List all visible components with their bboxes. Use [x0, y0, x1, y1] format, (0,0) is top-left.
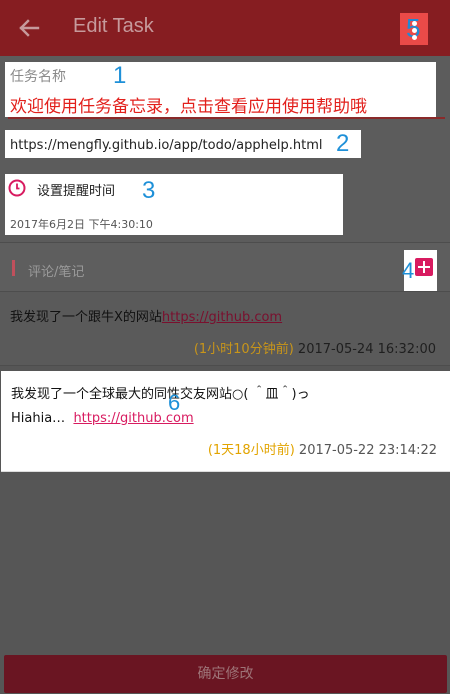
task-name-value[interactable]: 欢迎使用任务备忘录，点击查看应用使用帮助哦 — [10, 92, 367, 117]
back-arrow-icon — [19, 19, 40, 37]
annotation-marker-4: 4 — [402, 258, 415, 283]
task-url-value[interactable]: https://mengfly.github.io/app/todo/apphe… — [10, 138, 322, 153]
reminder-label: 设置提醒时间 — [37, 184, 116, 199]
confirm-edit-button[interactable]: 确定修改 — [4, 655, 447, 693]
comment-time: (1天18小时前) 2017-05-22 23:14:22 — [208, 439, 437, 458]
clock-icon — [8, 179, 26, 197]
add-box-icon — [415, 258, 433, 276]
task-url-field[interactable]: https://mengfly.github.io/app/todo/apphe… — [5, 130, 361, 158]
more-vert-icon — [412, 21, 417, 26]
comment-time: (1小时10分钟前) 2017-05-24 16:32:00 — [194, 338, 436, 357]
comment-text: 我发现了一个全球最大的同性交友网站○( ＾皿＾)っHiahia… https:/… — [11, 387, 310, 426]
app-bar: Edit Task 5 — [0, 0, 450, 56]
section-accent-bar — [12, 260, 15, 276]
comment-timestamp: 2017-05-24 16:32:00 — [297, 342, 436, 357]
task-name-underline — [8, 117, 445, 119]
annotation-marker-2: 2 — [336, 130, 350, 157]
reminder-datetime: 2017年6月2日 下午4:30:10 — [10, 218, 153, 231]
back-button[interactable] — [10, 12, 46, 44]
annotation-marker-6: 6 — [168, 390, 181, 415]
annotation-marker-1: 1 — [113, 62, 127, 89]
notes-title: 评论/笔记 — [28, 265, 85, 280]
comment-item[interactable]: 我发现了一个全球最大的同性交友网站○( ＾皿＾)っHiahia… https:/… — [1, 371, 450, 472]
page-title: Edit Task — [73, 15, 154, 37]
overflow-menu-button[interactable]: 5 — [400, 13, 428, 45]
comment-relative-time: (1天18小时前) — [207, 443, 295, 458]
comment-relative-time: (1小时10分钟前) — [193, 342, 294, 357]
comment-item[interactable]: 我发现了一个跟牛X的网站https://github.com (1小时10分钟前… — [0, 292, 450, 366]
task-name-label: 任务名称 — [10, 69, 66, 85]
comment-timestamp: 2017-05-22 23:14:22 — [298, 443, 437, 458]
comment-text: 我发现了一个跟牛X的网站https://github.com — [10, 310, 283, 325]
notes-header: 评论/笔记 — [0, 242, 450, 292]
reminder-setting[interactable]: 设置提醒时间 2017年6月2日 下午4:30:10 — [5, 174, 343, 235]
annotation-marker-3: 3 — [142, 177, 156, 204]
task-name-field[interactable]: 任务名称 欢迎使用任务备忘录，点击查看应用使用帮助哦 — [5, 62, 436, 117]
comment-link[interactable]: https://github.com — [162, 310, 282, 325]
